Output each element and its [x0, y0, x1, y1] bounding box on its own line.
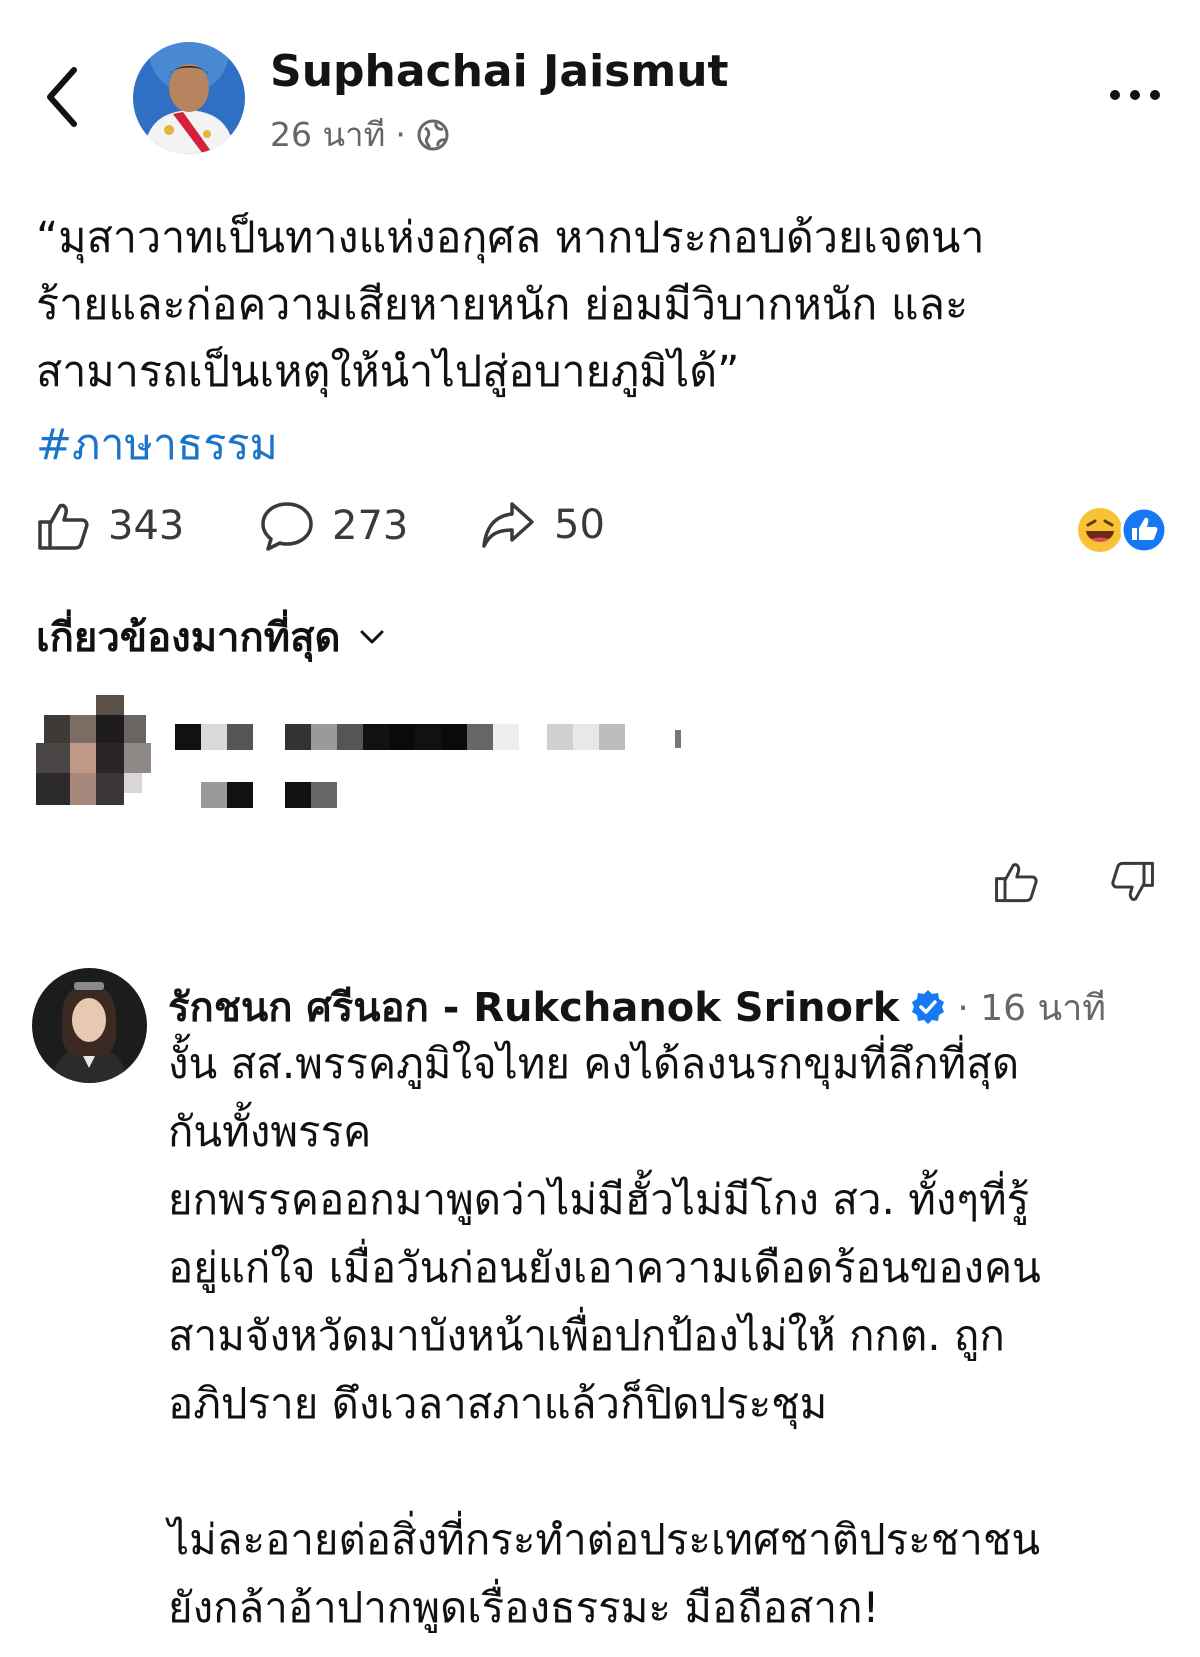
like-button[interactable]: 343 — [36, 500, 184, 552]
comment-sort-label: เกี่ยวข้องมากที่สุด — [36, 615, 341, 661]
comment-separator: · — [957, 987, 969, 1029]
redacted-avatar — [36, 695, 151, 810]
chevron-left-icon — [47, 67, 77, 127]
comment-text: งั้น สส.พรรคภูมิใจไทย คงได้ลงนรกขุมที่ลึ… — [168, 1030, 1178, 1642]
comment-bubble-icon — [261, 502, 313, 551]
author-name[interactable]: Suphachai Jaismut — [270, 46, 729, 97]
author-avatar[interactable] — [133, 42, 245, 154]
redacted-comment-text — [175, 710, 735, 820]
comment-line: ยังกล้าอ้าปากพูดเรื่องธรรมะ มือถือสาก! — [168, 1583, 880, 1632]
thumbs-up-icon — [995, 863, 1038, 903]
comment-dislike-button[interactable] — [1110, 860, 1156, 908]
more-options-button[interactable] — [1105, 80, 1165, 110]
like-count: 343 — [108, 503, 185, 549]
laughing-face-icon — [1078, 508, 1122, 552]
comment-line: อยู่แก่ใจ เมื่อวันก่อนยังเอาความเดือดร้อ… — [168, 1243, 1041, 1292]
comment-line: กันทั้งพรรค — [168, 1107, 372, 1156]
comment-time-group: · 16 นาที — [957, 979, 1106, 1036]
share-count: 50 — [554, 502, 605, 548]
reaction-summary[interactable] — [1076, 505, 1172, 555]
comment-time[interactable]: 16 นาที — [980, 988, 1106, 1029]
post-line: “มุสาวาทเป็นทางแห่งอกุศล หากประกอบด้วยเจ… — [36, 213, 985, 263]
comment-sort-dropdown[interactable]: เกี่ยวข้องมากที่สุด — [36, 605, 385, 669]
comment-like-button[interactable] — [993, 860, 1039, 908]
hashtag-link[interactable]: #ภาษาธรรม — [36, 410, 278, 478]
post-meta: 26 นาที · — [270, 108, 450, 161]
verified-badge-icon — [912, 990, 945, 1024]
globe-icon — [417, 119, 449, 150]
meta-separator: · — [395, 115, 406, 154]
ellipsis-icon — [1110, 90, 1160, 100]
post-text: “มุสาวาทเป็นทางแห่งอกุศล หากประกอบด้วยเจ… — [36, 205, 1166, 406]
comment-button[interactable]: 273 — [260, 500, 408, 552]
like-thumb-icon — [1120, 506, 1168, 554]
back-button[interactable] — [44, 62, 84, 132]
post-line: ร้ายและก่อความเสียหายหนัก ย่อมมีวิบากหนั… — [36, 280, 969, 330]
share-arrow-icon — [482, 502, 534, 548]
comment-count: 273 — [332, 503, 409, 549]
commenter-avatar[interactable] — [32, 968, 147, 1083]
comment-line: สามจังหวัดมาบังหน้าเพื่อปกป้องไม่ให้ กกต… — [168, 1311, 1005, 1360]
comment-line — [168, 1438, 1178, 1506]
post-line: สามารถเป็นเหตุให้นำไปสู่อบายภูมิได้” — [36, 347, 740, 397]
comment-line: ยกพรรคออกมาพูดว่าไม่มีฮั้วไม่มีโกง สว. ท… — [168, 1175, 1030, 1224]
thumbs-down-icon — [1111, 861, 1154, 901]
comment-line: ไม่ละอายต่อสิ่งที่กระทำต่อประเทศชาติประช… — [168, 1515, 1041, 1564]
chevron-down-icon — [360, 630, 383, 644]
thumbs-up-icon — [38, 503, 89, 550]
comment-line: งั้น สส.พรรคภูมิใจไทย คงได้ลงนรกขุมที่ลึ… — [168, 1039, 1020, 1088]
post-time[interactable]: 26 นาที — [270, 108, 385, 161]
share-button[interactable]: 50 — [480, 500, 605, 550]
comment-line: อภิปราย ดึงเวลาสภาแล้วก็ปิดประชุม — [168, 1379, 828, 1428]
